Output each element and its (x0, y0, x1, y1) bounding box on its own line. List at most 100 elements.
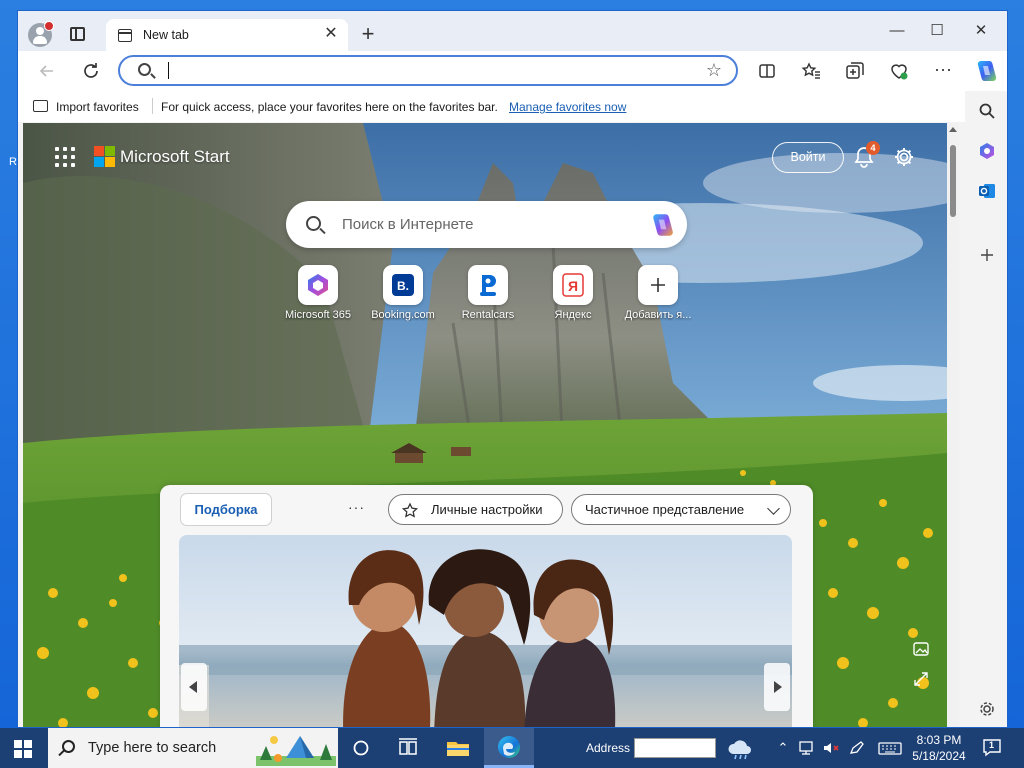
taskbar-search-placeholder[interactable]: Type here to search (88, 740, 216, 756)
feed-more-options-icon[interactable]: ··· (348, 499, 365, 515)
keyboard-icon[interactable] (878, 740, 902, 756)
refresh-icon[interactable] (78, 59, 104, 83)
quick-link-add[interactable]: Добавить я... (613, 265, 703, 325)
edge-taskbar-button[interactable] (484, 728, 534, 768)
divider (152, 98, 153, 114)
rentalcars-icon (468, 265, 508, 305)
sidebar-search-icon[interactable] (973, 97, 1001, 125)
quick-link-label: Rentalcars (461, 309, 515, 321)
plus-icon (638, 265, 678, 305)
feed-article-image[interactable] (179, 535, 792, 727)
scrollbar-thumb[interactable] (950, 145, 956, 217)
start-windows-icon[interactable] (14, 740, 32, 758)
edge-sidebar (965, 91, 1007, 727)
maximize-button[interactable]: ☐ (914, 17, 960, 45)
settings-gear-icon[interactable] (893, 146, 915, 168)
favorites-bar: Import favorites For quick access, place… (18, 91, 1007, 122)
volume-muted-icon[interactable] (822, 740, 840, 756)
view-mode-dropdown[interactable]: Частичное представление (571, 494, 791, 525)
copilot-search-icon[interactable] (647, 210, 677, 240)
address-toolbar-input[interactable] (634, 738, 716, 758)
quick-link-microsoft-365[interactable]: Microsoft 365 (273, 265, 363, 325)
manage-favorites-link[interactable]: Manage favorites now (509, 100, 626, 114)
text-caret (168, 62, 169, 79)
action-center-count: 1 (989, 740, 995, 750)
apps-grid-icon[interactable] (55, 147, 75, 167)
quick-link-label: Яндекс (554, 309, 592, 321)
tab-podborka[interactable]: Подборка (180, 493, 272, 526)
personalize-button[interactable]: Личные настройки (388, 494, 563, 525)
personalize-star-icon (401, 501, 419, 519)
copilot-icon[interactable] (972, 57, 1000, 85)
address-bar[interactable]: ☆ (118, 55, 738, 86)
desktop-edge-letter: R (9, 156, 17, 168)
new-tab-plus-icon[interactable]: + (358, 23, 378, 45)
quick-link-label: Booking.com (371, 309, 435, 321)
task-view-icon[interactable] (394, 734, 422, 762)
taskbar-search-box[interactable]: Type here to search (48, 728, 338, 768)
microsoft-logo-icon (94, 146, 115, 167)
address-toolbar-label: Address (586, 741, 631, 755)
favorite-star-icon[interactable]: ☆ (706, 60, 722, 81)
sidebar-outlook-icon[interactable] (973, 177, 1001, 205)
cortana-circle-icon[interactable] (347, 734, 375, 762)
search-highlight-camping-icon (256, 730, 336, 766)
quick-link-yandex[interactable]: Я Яндекс (528, 265, 618, 325)
split-screen-icon[interactable] (754, 59, 780, 83)
page-scrollbar[interactable] (947, 123, 959, 727)
carousel-next-button[interactable] (764, 663, 790, 711)
new-tab-page-icon (118, 29, 132, 42)
background-image-info-icon[interactable] (911, 639, 931, 659)
weather-cloud-icon[interactable] (726, 735, 754, 763)
action-center-notification-icon[interactable]: 1 (982, 737, 1002, 757)
booking-icon: B. (383, 265, 423, 305)
tab-close-icon[interactable]: ✕ (322, 25, 340, 43)
quick-links: Microsoft 365 B. Booking.com Rentalcars … (273, 265, 703, 325)
address-search-icon (138, 63, 151, 76)
network-icon[interactable] (798, 740, 816, 756)
microsoft-365-icon (298, 265, 338, 305)
quick-link-rentalcars[interactable]: Rentalcars (443, 265, 533, 325)
personalize-label: Личные настройки (431, 502, 543, 517)
system-clock[interactable]: 8:03 PM 5/18/2024 (908, 732, 970, 764)
edge-browser-window: New tab ✕ + — ☐ ✕ ☆ ··· Import favorites… (17, 10, 1008, 728)
new-tab-page: Microsoft Start Войти 4 Поиск в Интернет… (23, 123, 947, 727)
windows-taskbar: Type here to search Address ⌃ 8:03 PM 5/… (0, 728, 1024, 768)
close-window-button[interactable]: ✕ (958, 17, 1004, 45)
sidebar-settings-icon[interactable] (973, 695, 1001, 723)
tab-strip: New tab ✕ + — ☐ ✕ (18, 11, 1007, 51)
pen-ink-icon[interactable] (848, 740, 866, 756)
tab-title: New tab (143, 28, 189, 42)
web-search-placeholder[interactable]: Поиск в Интернете (342, 216, 474, 233)
web-search-box[interactable]: Поиск в Интернете (286, 201, 687, 248)
browser-toolbar: ☆ ··· (18, 51, 1007, 91)
tray-overflow-chevron-icon[interactable]: ⌃ (774, 740, 792, 756)
quick-link-label: Добавить я... (624, 309, 692, 321)
scroll-up-arrow-icon[interactable] (949, 127, 957, 132)
carousel-prev-button[interactable] (181, 663, 207, 711)
sign-in-button[interactable]: Войти (772, 142, 844, 173)
file-explorer-folder-icon[interactable] (444, 734, 472, 762)
sidebar-add-icon[interactable] (973, 241, 1001, 269)
workspaces-icon[interactable] (70, 27, 85, 41)
quick-link-booking[interactable]: B. Booking.com (358, 265, 448, 325)
more-options-icon[interactable]: ··· (930, 59, 956, 83)
news-feed-card: Подборка ··· Личные настройки Частичное … (160, 485, 813, 727)
sidebar-copilot-icon[interactable] (973, 137, 1001, 165)
import-favorites-button[interactable]: Import favorites (56, 100, 139, 114)
browser-essentials-icon[interactable] (886, 59, 912, 83)
taskbar-search-icon (62, 740, 75, 753)
notification-count-badge: 4 (866, 141, 880, 155)
collections-icon[interactable] (842, 59, 868, 83)
favorites-icon[interactable] (798, 59, 824, 83)
favorites-bar-message: For quick access, place your favorites h… (161, 100, 498, 114)
profile-avatar-icon[interactable] (28, 21, 54, 47)
import-favorites-icon (33, 100, 48, 112)
brand-title[interactable]: Microsoft Start (120, 147, 230, 167)
chevron-down-icon (767, 502, 780, 515)
tab-new-tab[interactable]: New tab ✕ (106, 19, 348, 51)
back-arrow-icon[interactable] (34, 59, 60, 83)
yandex-icon: Я (553, 265, 593, 305)
expand-icon[interactable] (911, 669, 931, 689)
search-icon (306, 216, 321, 231)
